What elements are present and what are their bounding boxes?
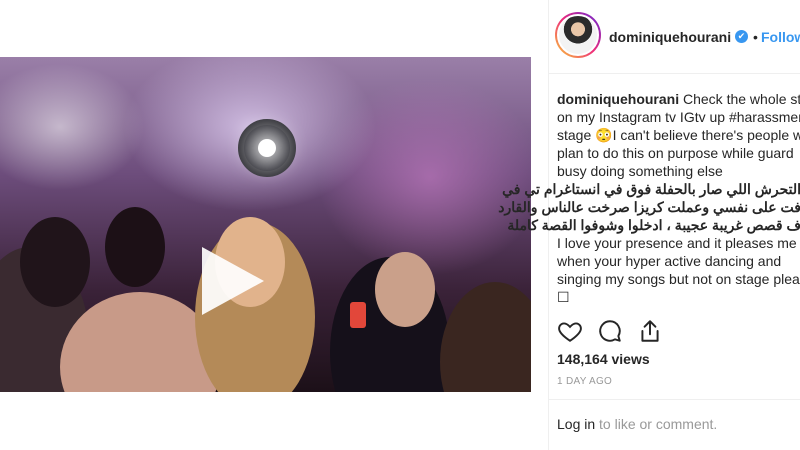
login-rest-text: to like or comment. — [595, 416, 718, 432]
caption-line: busy doing something else — [557, 163, 723, 179]
caption-arabic-line: فت على نفسي وعملت كريزا صرخت عالناس والق… — [498, 199, 800, 215]
crowd-figure — [440, 282, 531, 392]
verified-badge-icon: ✔ — [735, 30, 748, 43]
follow-button[interactable]: Follow — [761, 29, 800, 45]
crowd-figure — [375, 252, 435, 327]
post-header: dominiquehourani ✔ • Follow — [549, 0, 800, 74]
caption-line: I love your presence and it pleases me — [557, 235, 797, 251]
crowd-figure — [350, 302, 366, 328]
caption-arabic-line: التحرش اللي صار بالحفلة فوق في انستاغرام… — [502, 181, 800, 197]
caption-line: ☐ — [557, 289, 570, 305]
caption-username[interactable]: dominiquehourani — [557, 91, 679, 107]
avatar[interactable] — [555, 12, 601, 58]
caption-arabic-line: ف قصص غريبة عجيبة ، ادخلوا وشوفوا القصة … — [507, 217, 800, 233]
caption-line: stage 😳I can't believe there's people wh… — [557, 127, 800, 143]
caption-line: plan to do this on purpose while guard — [557, 145, 794, 161]
post-sidebar: dominiquehourani ✔ • Follow dominiquehou… — [498, 0, 800, 450]
divider — [549, 399, 800, 400]
comment-icon[interactable] — [597, 318, 623, 344]
view-count[interactable]: 148,164 views — [557, 351, 650, 367]
login-prompt: Log in to like or comment. — [557, 416, 717, 432]
crowd-figure — [105, 207, 165, 287]
crowd-figure — [20, 217, 90, 307]
caption-line: singing my songs but not on stage please — [557, 271, 800, 287]
login-link[interactable]: Log in — [557, 416, 595, 432]
caption-line: when your hyper active dancing and — [557, 253, 782, 269]
share-icon[interactable] — [637, 318, 663, 344]
post-caption: dominiquehourani Check the whole story o… — [498, 90, 800, 306]
media-panel — [0, 0, 548, 450]
stage-spotlight — [238, 119, 296, 177]
username[interactable]: dominiquehourani — [609, 29, 731, 45]
play-icon[interactable] — [202, 247, 264, 315]
video-player[interactable] — [0, 57, 531, 392]
heart-icon[interactable] — [557, 318, 583, 344]
timestamp[interactable]: 1 DAY AGO — [557, 376, 612, 387]
separator-dot: • — [753, 29, 758, 45]
caption-line: dominiquehourani Check the whole story — [557, 91, 800, 107]
caption-line: on my Instagram tv IGtv up #harassment — [557, 109, 800, 125]
